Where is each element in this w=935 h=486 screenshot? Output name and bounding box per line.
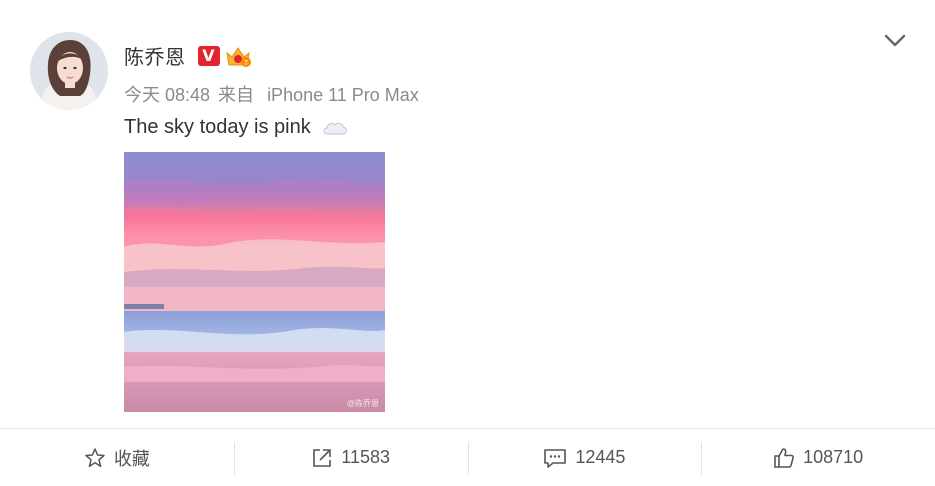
comment-icon bbox=[544, 448, 567, 468]
favorite-button[interactable]: 收藏 bbox=[0, 429, 234, 486]
post-meta: 今天 08:48 来自 iPhone 11 Pro Max bbox=[124, 81, 427, 107]
weibo-post-card: 陈乔恩 V 7 今天 08:48 来自 iPhone 11 Pro Max The… bbox=[0, 0, 935, 486]
chevron-down-icon[interactable] bbox=[882, 30, 908, 52]
post-content: The sky today is pink bbox=[124, 116, 349, 139]
post-text: The sky today is pink bbox=[124, 116, 311, 138]
like-button[interactable]: 108710 bbox=[701, 429, 935, 486]
post-image[interactable]: @陈乔恩 bbox=[124, 152, 385, 412]
like-count: 108710 bbox=[803, 447, 864, 467]
post-timestamp[interactable]: 今天 08:48 bbox=[124, 85, 210, 105]
svg-text:7: 7 bbox=[243, 59, 247, 67]
author-name[interactable]: 陈乔恩 bbox=[124, 41, 186, 70]
source-device[interactable]: iPhone 11 Pro Max bbox=[267, 85, 419, 105]
avatar[interactable] bbox=[30, 32, 108, 110]
share-icon bbox=[313, 448, 332, 467]
author-line: 陈乔恩 V 7 bbox=[124, 41, 252, 70]
comment-button[interactable]: 12445 bbox=[467, 429, 702, 486]
repost-count: 11583 bbox=[341, 447, 390, 467]
image-watermark: @陈乔恩 bbox=[346, 399, 379, 408]
level-crown-icon[interactable]: 7 bbox=[224, 43, 252, 69]
star-icon bbox=[85, 447, 105, 467]
thumbs-up-icon bbox=[774, 447, 795, 468]
cloud-emoji-icon bbox=[323, 122, 347, 134]
comment-count: 12445 bbox=[575, 447, 626, 467]
repost-button[interactable]: 11583 bbox=[233, 429, 468, 486]
favorite-label: 收藏 bbox=[113, 448, 150, 469]
vip-badge-icon[interactable]: V bbox=[197, 45, 220, 66]
source-prefix: 来自 bbox=[218, 85, 255, 105]
action-bar: 收藏 11583 12445 108710 bbox=[0, 429, 935, 486]
